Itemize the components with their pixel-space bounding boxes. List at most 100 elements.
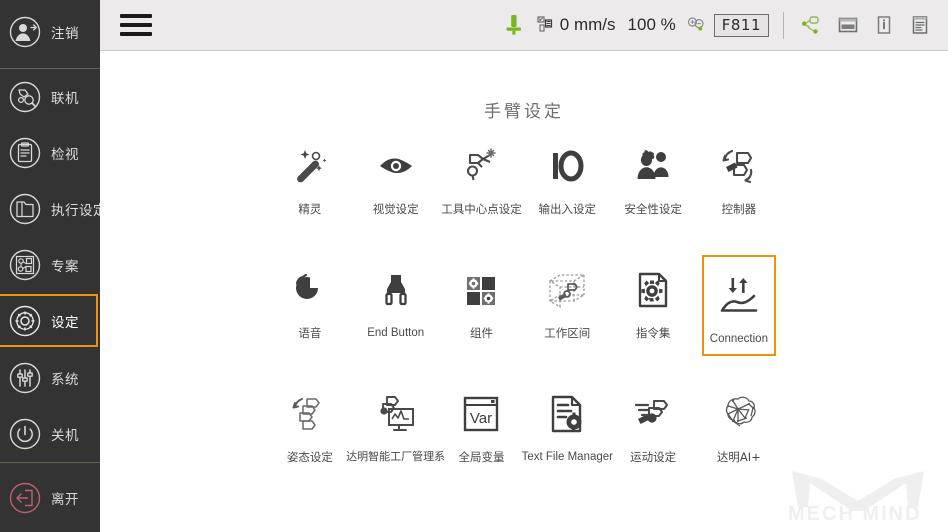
sidebar-item-label: 专案 xyxy=(51,259,79,275)
hamburger-bar xyxy=(120,14,152,18)
info-button[interactable] xyxy=(866,0,902,51)
grid-item-end-button[interactable]: End Button xyxy=(353,255,439,379)
grid-item-components[interactable]: 组件 xyxy=(439,255,525,379)
grid-item-label: 运动设定 xyxy=(630,450,677,464)
monitor-list-icon xyxy=(8,136,42,170)
svg-text:MECH MIND: MECH MIND xyxy=(788,503,922,523)
grid-item-safety-settings[interactable]: 安全性设定 xyxy=(610,131,696,255)
sidebar-item-label: 检视 xyxy=(51,147,79,163)
sidebar-item-monitor[interactable]: 检视 xyxy=(0,125,100,181)
settings-grid-row: 姿态设定 达明智能工厂管理系 Var 全局变量 Text File Manage… xyxy=(100,379,948,503)
svg-text:Var: Var xyxy=(470,410,492,427)
hamburger-bar xyxy=(120,32,152,36)
grid-item-label: 达明智能工厂管理系 xyxy=(346,450,446,463)
grid-item-label: 安全性设定 xyxy=(624,202,682,216)
controller-icon xyxy=(716,137,762,195)
exit-door-icon xyxy=(8,481,42,515)
network-node-button[interactable] xyxy=(794,0,830,51)
sidebar-item-label: 离开 xyxy=(51,492,79,508)
robot-arm-status-icon[interactable] xyxy=(497,0,531,51)
toolbar-status-group: 0 mm/s 100 % F811 xyxy=(497,0,948,51)
io-icon xyxy=(545,137,589,195)
main-pane: 0 mm/s 100 % F811 手臂设定 精灵 视觉设定 工具中心点设定 输… xyxy=(100,0,948,532)
grid-left-spacer xyxy=(100,255,267,379)
settings-grid-row: 精灵 视觉设定 工具中心点设定 输出入设定 安全性设定 控制器 xyxy=(100,131,948,255)
pose-settings-icon xyxy=(287,385,333,443)
ai-brain-network-icon xyxy=(716,385,762,443)
motion-settings-icon xyxy=(630,385,676,443)
app-root: 注销 联机 检视 执行设 专案 设定 系统 关机 离开 0 mm/s 100 %… xyxy=(0,0,948,532)
grid-item-io-settings[interactable]: 输出入设定 xyxy=(524,131,610,255)
grid-item-motion-settings[interactable]: 运动设定 xyxy=(610,379,696,503)
hamburger-menu-icon[interactable] xyxy=(110,0,162,51)
sidebar-item-label: 联机 xyxy=(51,91,79,107)
grid-item-global-variable[interactable]: Var 全局变量 xyxy=(439,379,525,503)
sidebar-item-label: 系统 xyxy=(51,372,79,388)
text-file-manager-icon xyxy=(545,385,589,443)
smart-factory-monitor-icon xyxy=(373,385,419,443)
grid-item-voice[interactable]: 语音 xyxy=(267,255,353,379)
speed-status[interactable]: 0 mm/s xyxy=(531,0,622,51)
top-toolbar: 0 mm/s 100 % F811 xyxy=(100,0,948,51)
sliders-icon xyxy=(8,361,42,395)
zoom-in-out-icon[interactable] xyxy=(682,0,710,51)
controller-box-icon xyxy=(836,13,860,37)
settings-grid: 精灵 视觉设定 工具中心点设定 输出入设定 安全性设定 控制器 语音 End B… xyxy=(100,131,948,503)
grid-item-label: 工具中心点设定 xyxy=(441,202,522,216)
grid-item-connection[interactable]: Connection xyxy=(696,255,782,379)
info-icon xyxy=(872,13,896,37)
grid-item-label: 指令集 xyxy=(635,326,671,340)
grid-item-text-file-manager[interactable]: Text File Manager xyxy=(521,379,613,503)
grid-item-label: 输出入设定 xyxy=(538,202,597,216)
connection-arrows-icon xyxy=(717,267,761,325)
grid-item-workspace[interactable]: 工作区间 xyxy=(524,255,610,379)
magic-wand-icon xyxy=(288,137,332,195)
grid-item-command-set[interactable]: 指令集 xyxy=(610,255,696,379)
voice-speech-icon xyxy=(288,261,332,319)
grid-item-tcp-settings[interactable]: 工具中心点设定 xyxy=(439,131,525,255)
sidebar-item-project[interactable]: 专案 xyxy=(0,237,100,293)
grid-item-label: 语音 xyxy=(298,326,322,340)
grid-item-ai-plus[interactable]: 达明AI+ xyxy=(696,379,782,503)
log-document-button[interactable] xyxy=(902,0,938,51)
eye-vision-icon xyxy=(374,137,418,195)
speed-value: 0 mm/s xyxy=(559,15,616,34)
grid-item-smart-factory[interactable]: 达明智能工厂管理系 xyxy=(346,379,445,503)
sidebar-item-logout[interactable]: 注销 xyxy=(0,4,100,60)
grid-item-controller[interactable]: 控制器 xyxy=(696,131,782,255)
grid-item-label: 达明AI+ xyxy=(716,450,761,464)
sidebar-item-label: 执行设定 xyxy=(51,203,100,219)
grid-item-label: 工作区间 xyxy=(544,326,591,340)
sidebar-item-label: 关机 xyxy=(51,428,79,444)
run-settings-folder-icon xyxy=(8,192,42,226)
zoom-in-out-glyph xyxy=(686,15,706,35)
grid-item-wizard[interactable]: 精灵 xyxy=(267,131,353,255)
network-node-icon xyxy=(800,13,824,37)
function-key-button[interactable]: F811 xyxy=(710,0,773,51)
components-puzzle-icon xyxy=(459,261,503,319)
grid-item-vision-settings[interactable]: 视觉设定 xyxy=(353,131,439,255)
grid-left-spacer xyxy=(100,379,267,503)
grid-item-label: 视觉设定 xyxy=(372,202,419,216)
gear-icon xyxy=(8,304,42,338)
sidebar-item-settings[interactable]: 设定 xyxy=(0,294,98,347)
sidebar-item-shutdown[interactable]: 关机 xyxy=(0,406,100,462)
grid-item-label: End Button xyxy=(367,327,425,339)
grid-item-pose-settings[interactable]: 姿态设定 xyxy=(267,379,353,503)
project-flow-icon xyxy=(8,248,42,282)
override-status[interactable]: 100 % xyxy=(622,0,682,51)
grid-item-label: Text File Manager xyxy=(521,451,613,463)
page-title: 手臂设定 xyxy=(484,102,564,122)
sidebar-item-system[interactable]: 系统 xyxy=(0,350,100,406)
controller-box-button[interactable] xyxy=(830,0,866,51)
tcp-tool-center-point-icon xyxy=(458,137,504,195)
speed-gauge-icon xyxy=(537,15,557,35)
sidebar-item-run-settings[interactable]: 执行设定 xyxy=(0,181,100,237)
power-icon xyxy=(8,417,42,451)
sidebar-item-exit[interactable]: 离开 xyxy=(0,470,100,526)
sidebar-item-label: 设定 xyxy=(51,314,79,331)
grid-item-label: 控制器 xyxy=(721,202,757,216)
logout-user-icon xyxy=(8,15,42,49)
content-area: 手臂设定 精灵 视觉设定 工具中心点设定 输出入设定 安全性设定 控制器 语音 … xyxy=(100,51,948,531)
sidebar-item-connect[interactable]: 联机 xyxy=(0,69,100,125)
